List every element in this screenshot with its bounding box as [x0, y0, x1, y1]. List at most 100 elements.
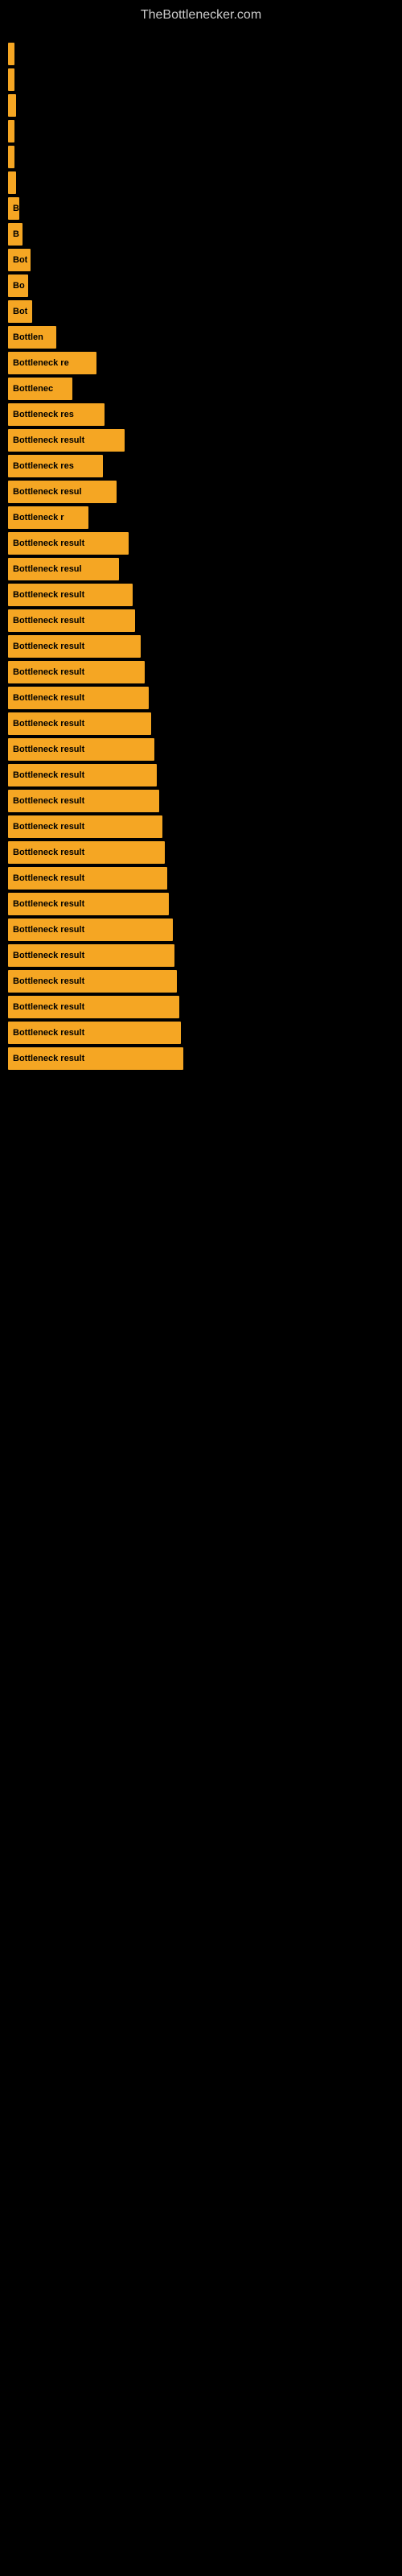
bar-item: Bottleneck result [8, 970, 177, 993]
bar-label: Bo [13, 281, 25, 291]
bar-row: Bottleneck result [8, 970, 394, 993]
bar-label: Bottleneck result [13, 899, 84, 909]
bar-label: Bottleneck result [13, 693, 84, 703]
site-title-text: TheBottlenecker.com [0, 0, 402, 27]
bar-item: Bottleneck result [8, 996, 179, 1018]
bar-row: Bot [8, 249, 394, 271]
bars-container: B B Bot Bo Bot Bottlen Bottleneck re Bottlenec B… [0, 27, 402, 1081]
bar-item: Bottleneck result [8, 712, 151, 735]
bar-item [8, 120, 14, 142]
bar-row: Bottleneck result [8, 919, 394, 941]
bar-label: Bottleneck r [13, 513, 64, 522]
bar-item: Bottleneck result [8, 841, 165, 864]
bar-row: Bottleneck result [8, 609, 394, 632]
bar-label: Bottleneck result [13, 1028, 84, 1038]
bar-label: Bottleneck result [13, 1054, 84, 1063]
bar-item: Bottleneck result [8, 815, 162, 838]
bar-item: Bottleneck result [8, 790, 159, 812]
bar-row: Bottleneck result [8, 815, 394, 838]
bar-row: Bottleneck result [8, 635, 394, 658]
bar-item: Bottleneck result [8, 1022, 181, 1044]
bar-row [8, 120, 394, 142]
bar-label: Bottleneck result [13, 976, 84, 986]
bar-row: Bottleneck resul [8, 558, 394, 580]
bar-item: Bottleneck result [8, 609, 135, 632]
bar-item: Bottleneck result [8, 893, 169, 915]
bar-item: Bot [8, 249, 31, 271]
bar-row: Bottleneck result [8, 841, 394, 864]
bar-item [8, 171, 16, 194]
bar-item: Bottleneck res [8, 403, 105, 426]
bar-row: B [8, 197, 394, 220]
bar-row: Bottleneck result [8, 996, 394, 1018]
bar-row [8, 146, 394, 168]
bar-label: Bottleneck result [13, 925, 84, 935]
bar-item: Bottleneck result [8, 919, 173, 941]
bar-label: Bottleneck result [13, 642, 84, 651]
bar-item: Bottleneck res [8, 455, 103, 477]
bar-item: Bottleneck result [8, 738, 154, 761]
bar-item: B [8, 223, 23, 246]
bar-row: Bot [8, 300, 394, 323]
bar-item: Bottleneck result [8, 635, 141, 658]
site-title: TheBottlenecker.com [0, 0, 402, 27]
bar-item: Bottleneck resul [8, 558, 119, 580]
bar-label: Bottleneck result [13, 1002, 84, 1012]
bar-label: Bottleneck result [13, 951, 84, 960]
bar-item [8, 146, 14, 168]
bar-label: B [13, 229, 19, 239]
bar-row: Bottleneck resul [8, 481, 394, 503]
bar-label: Bottleneck result [13, 590, 84, 600]
bar-label: Bottleneck res [13, 461, 74, 471]
bar-label: Bottleneck result [13, 822, 84, 832]
bar-item: Bottleneck re [8, 352, 96, 374]
bar-item: Bottleneck resul [8, 481, 117, 503]
bar-row: Bottleneck result [8, 1047, 394, 1070]
bar-row: Bottleneck res [8, 403, 394, 426]
bar-label: Bottleneck res [13, 410, 74, 419]
bar-label: Bottleneck result [13, 770, 84, 780]
bar-item: Bottleneck result [8, 867, 167, 890]
bar-row: Bottleneck result [8, 738, 394, 761]
bar-label: Bottleneck result [13, 745, 84, 754]
bar-item: Bottleneck result [8, 1047, 183, 1070]
bar-row: Bo [8, 275, 394, 297]
bar-item: Bottleneck result [8, 764, 157, 786]
bar-row: Bottleneck r [8, 506, 394, 529]
bar-label: Bottleneck result [13, 719, 84, 729]
bar-row: B [8, 223, 394, 246]
bar-row: Bottleneck res [8, 455, 394, 477]
bar-label: Bottleneck result [13, 436, 84, 445]
bar-row: Bottleneck result [8, 867, 394, 890]
bar-row: Bottleneck result [8, 893, 394, 915]
bar-label: Bottleneck result [13, 873, 84, 883]
bar-label: Bottleneck resul [13, 564, 82, 574]
bar-item [8, 43, 14, 65]
bar-item: Bot [8, 300, 32, 323]
bar-label: Bottlen [13, 332, 43, 342]
bar-row: Bottleneck result [8, 944, 394, 967]
bar-row: Bottleneck result [8, 1022, 394, 1044]
bar-row: Bottleneck result [8, 712, 394, 735]
bar-row [8, 171, 394, 194]
bar-row: Bottlen [8, 326, 394, 349]
bar-item: Bottleneck result [8, 429, 125, 452]
bar-item: Bottlenec [8, 378, 72, 400]
bar-row: Bottleneck result [8, 661, 394, 683]
bar-label: B [13, 204, 19, 213]
bar-item: Bottleneck result [8, 532, 129, 555]
bar-item: B [8, 197, 19, 220]
bar-label: Bottlenec [13, 384, 53, 394]
bar-label: Bottleneck result [13, 796, 84, 806]
bar-row: Bottleneck result [8, 764, 394, 786]
bar-row [8, 43, 394, 65]
bar-row: Bottleneck result [8, 790, 394, 812]
bar-item: Bottleneck r [8, 506, 88, 529]
bar-row [8, 68, 394, 91]
bar-label: Bot [13, 255, 27, 265]
bar-label: Bottleneck result [13, 616, 84, 625]
bar-item: Bo [8, 275, 28, 297]
bar-row: Bottleneck result [8, 584, 394, 606]
bar-item: Bottleneck result [8, 661, 145, 683]
bar-item: Bottleneck result [8, 944, 174, 967]
